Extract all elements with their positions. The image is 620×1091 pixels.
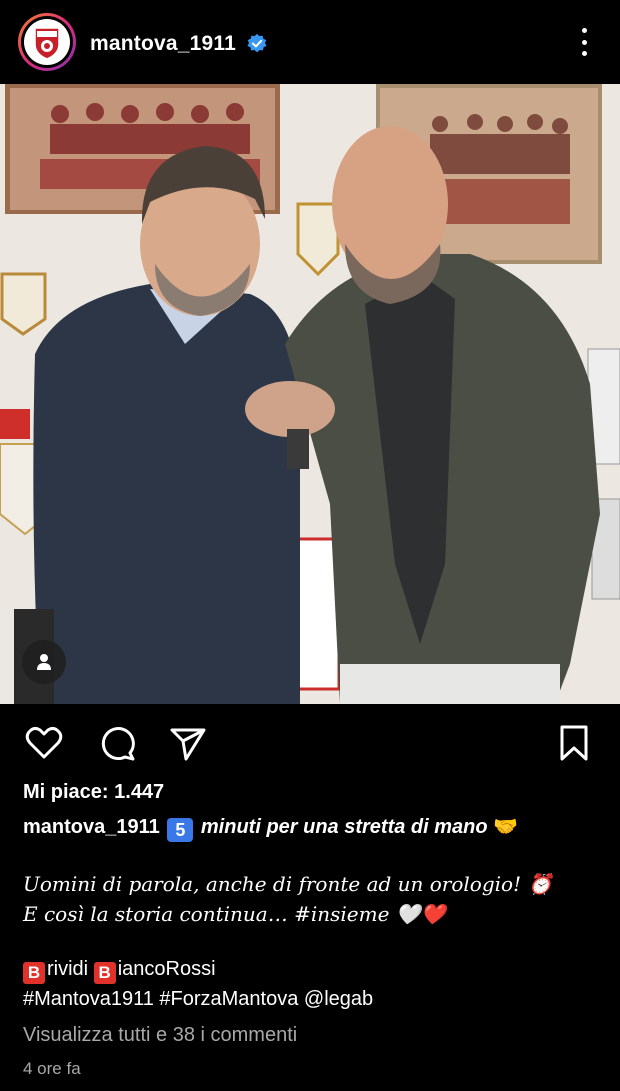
post-timestamp: 4 ore fa (23, 1059, 81, 1078)
caption-brividi-line: Brividi BiancoRossi (23, 958, 216, 984)
likes-count[interactable]: Mi piace: 1.447 (23, 781, 164, 804)
caption-headline: mantova_1911 5 minuti per una stretta di… (23, 814, 518, 842)
handshake-emoji: 🤝 (493, 816, 519, 838)
comment-icon[interactable] (97, 723, 137, 763)
header-username[interactable]: mantova_1911 (90, 32, 236, 56)
b-emoji: B (23, 962, 45, 984)
post-photo[interactable] (0, 84, 620, 704)
post-image (0, 84, 620, 704)
view-all-comments-link[interactable]: Visualizza tutti e 38 i commenti (23, 1024, 297, 1047)
verified-badge-icon (247, 33, 267, 53)
send-icon[interactable] (168, 723, 208, 763)
caption-line-1: Uomini di parola, anche di fronte ad un … (23, 872, 552, 896)
post-header: mantova_1911 (0, 0, 620, 84)
keycap-five-emoji: 5 (167, 818, 194, 842)
user-tag-icon[interactable] (22, 640, 66, 684)
bookmark-icon[interactable] (554, 723, 594, 763)
alarm-clock-emoji: ⏰ (527, 872, 553, 896)
heart-icon[interactable] (24, 723, 64, 763)
profile-avatar[interactable] (18, 13, 76, 71)
mantova-crest-icon (24, 19, 70, 65)
caption-line-1-text: Uomini di parola, anche di fronte ad un … (23, 872, 522, 896)
b-emoji: B (93, 962, 116, 984)
biancorossi-text: iancoRossi (117, 958, 216, 980)
caption-username[interactable]: mantova_1911 (23, 816, 160, 838)
post-actions-bar (0, 715, 620, 767)
brividi-text: rividi (47, 958, 89, 980)
caption-headline-text: minuti per una stretta di mano (200, 816, 488, 838)
hearts-emoji: 🤍❤️ (395, 902, 446, 926)
hashtags-line[interactable]: #Mantova1911 #ForzaMantova @legab (23, 988, 373, 1011)
caption-line-2: E così la storia continua… #insieme 🤍❤️ (23, 902, 446, 926)
caption-line-2-text: E così la storia continua… #insieme (23, 902, 390, 926)
more-options-icon[interactable] (574, 28, 594, 56)
